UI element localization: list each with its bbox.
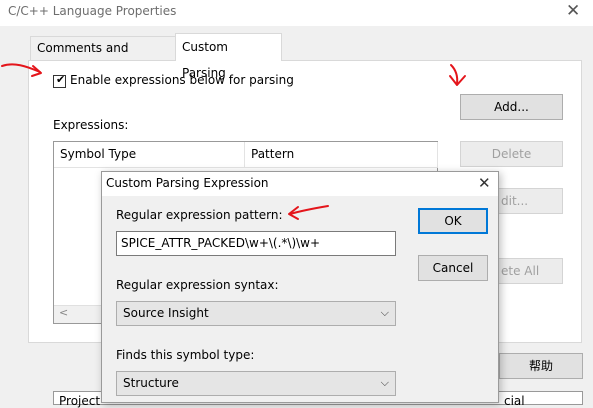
ok-button[interactable]: OK — [418, 208, 488, 234]
bottom-partial-left-text: Project — [59, 394, 101, 408]
chevron-down-icon: ⌵ — [380, 306, 389, 319]
tab-comments-and-ranges[interactable]: Comments and Ranges — [30, 36, 176, 77]
annotation-arrow-checkbox — [1, 63, 42, 77]
cancel-button[interactable]: Cancel — [418, 255, 488, 281]
regex-pattern-label: Regular expression pattern: — [116, 208, 283, 222]
chevron-down-icon: ⌵ — [380, 376, 389, 389]
outer-close-icon[interactable]: ✕ — [566, 1, 580, 21]
outer-window-title: C/C++ Language Properties — [8, 4, 177, 18]
add-button[interactable]: Add... — [460, 94, 563, 120]
column-header-symbol-type[interactable]: Symbol Type — [54, 142, 245, 168]
inner-window-title: Custom Parsing Expression — [106, 176, 269, 190]
regex-pattern-input[interactable]: SPICE_ATTR_PACKED\w+\(.*\)\w+ — [116, 231, 396, 256]
expressions-label: Expressions: — [53, 118, 129, 132]
syntax-label: Regular expression syntax: — [116, 278, 279, 292]
syntax-select[interactable]: Source Insight ⌵ — [116, 301, 396, 326]
inner-close-icon[interactable]: ✕ — [478, 174, 491, 192]
annotation-arrow-pattern — [288, 205, 329, 220]
symbol-type-select[interactable]: Structure ⌵ — [116, 371, 396, 396]
annotation-arrow-add — [449, 64, 466, 86]
tab-custom-parsing[interactable]: Custom Parsing — [175, 33, 282, 80]
column-header-pattern[interactable]: Pattern — [245, 142, 438, 168]
syntax-select-value: Source Insight — [123, 306, 209, 320]
outer-title-bar: C/C++ Language Properties ✕ — [0, 0, 593, 26]
checkmark-icon: ✔ — [56, 73, 66, 86]
inner-title-bar: Custom Parsing Expression ✕ — [102, 172, 498, 196]
delete-button[interactable]: Delete — [460, 141, 563, 167]
scroll-left-icon[interactable]: < — [59, 306, 68, 319]
help-button[interactable]: 帮助 — [499, 353, 583, 379]
bottom-partial-right-text: cial — [504, 394, 525, 408]
enable-expressions-checkbox[interactable]: ✔ — [53, 73, 66, 88]
symbol-type-label: Finds this symbol type: — [116, 348, 255, 362]
symbol-type-select-value: Structure — [123, 376, 179, 390]
